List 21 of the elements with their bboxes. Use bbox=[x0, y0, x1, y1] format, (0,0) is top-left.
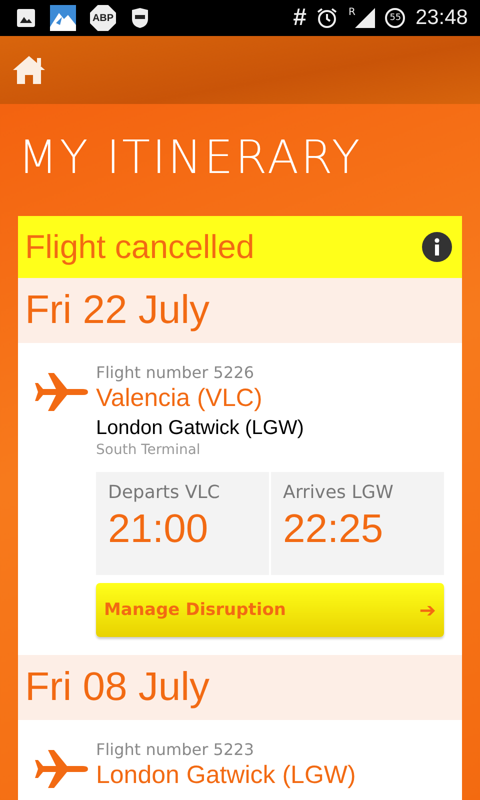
terminal-label: South Terminal bbox=[96, 442, 202, 458]
roaming-indicator: R bbox=[348, 8, 356, 18]
arrow-icon: ➔ bbox=[419, 598, 436, 622]
manage-disruption-button[interactable]: Manage Disruption ➔ bbox=[96, 583, 444, 637]
date-header: Fri 22 July bbox=[18, 278, 462, 343]
banner-text: Flight cancelled bbox=[25, 228, 254, 266]
date-header: Fri 08 July bbox=[18, 655, 462, 720]
departure-time: 21:00 bbox=[108, 507, 210, 552]
flight-number: Flight number 5223 bbox=[96, 740, 255, 759]
adblock-badge: ABP bbox=[90, 5, 116, 31]
origin-airport: Valencia (VLC) bbox=[96, 383, 264, 414]
departure-label: Departs VLC bbox=[108, 482, 221, 503]
arrival-label: Arrives LGW bbox=[283, 482, 394, 503]
flight-number: Flight number 5226 bbox=[96, 363, 255, 382]
destination-airport: London Gatwick (LGW) bbox=[96, 416, 305, 441]
clock-time: 23:48 bbox=[415, 6, 468, 30]
page-title: MY ITINERARY bbox=[18, 132, 363, 186]
origin-airport: London Gatwick (LGW) bbox=[96, 760, 357, 791]
arrival-time: 22:25 bbox=[283, 507, 384, 552]
hash-symbol: # bbox=[293, 4, 306, 32]
battery-indicator: 55 bbox=[385, 8, 406, 28]
